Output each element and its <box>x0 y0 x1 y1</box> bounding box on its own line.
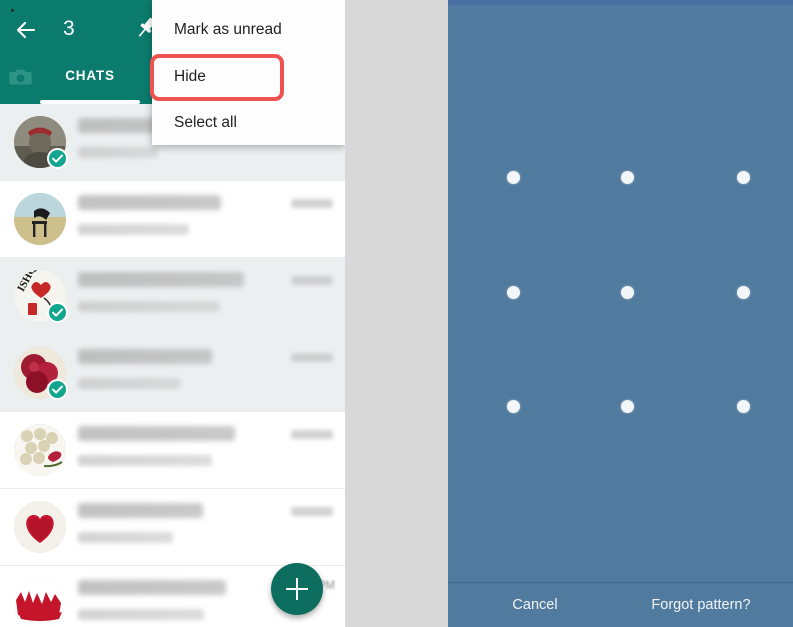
screenshot-root: 3 CHATS ISHQ PM Mark as unread Hide Sele… <box>0 0 793 627</box>
chat-list-item[interactable] <box>0 489 345 566</box>
whatsapp-chat-list-panel: 3 CHATS ISHQ PM Mark as unread Hide Sele… <box>0 0 345 627</box>
chat-list-item[interactable]: ISHQ <box>0 258 345 335</box>
avatar[interactable] <box>14 578 66 627</box>
chat-contact-name-redacted <box>78 503 203 518</box>
chat-list-item[interactable] <box>0 335 345 412</box>
selected-check-icon <box>47 302 68 323</box>
chat-last-message-redacted <box>78 147 158 158</box>
pattern-lock-footer: Cancel Forgot pattern? <box>448 582 793 627</box>
menu-item-mark-as-unread[interactable]: Mark as unread <box>152 7 345 53</box>
chat-contact-name-redacted <box>78 426 235 441</box>
chat-text-block <box>78 426 277 466</box>
overflow-menu[interactable]: Mark as unread Hide Select all <box>152 0 345 145</box>
panel-separator <box>345 0 448 627</box>
menu-item-hide[interactable]: Hide <box>152 54 345 100</box>
chat-contact-name-redacted <box>78 272 244 287</box>
chat-last-message-redacted <box>78 532 173 543</box>
avatar[interactable] <box>14 347 68 400</box>
avatar-image <box>14 501 66 553</box>
pattern-dot-2[interactable] <box>621 171 634 184</box>
chat-text-block <box>78 195 277 235</box>
chat-contact-name-redacted <box>78 195 221 210</box>
chat-text-block <box>78 580 277 620</box>
selected-check-icon <box>47 379 68 400</box>
chat-timestamp-redacted <box>291 276 333 285</box>
chat-list[interactable]: ISHQ9:55 PM <box>0 104 345 627</box>
avatar-image <box>14 424 66 476</box>
camera-icon[interactable] <box>8 66 34 88</box>
chat-timestamp-redacted <box>291 199 333 208</box>
chat-text-block <box>78 503 277 543</box>
chat-last-message-redacted <box>78 224 189 235</box>
pattern-dot-8[interactable] <box>621 400 634 413</box>
chat-contact-name-redacted <box>78 580 226 595</box>
pattern-lock-grid[interactable] <box>448 140 793 440</box>
chat-last-message-redacted <box>78 455 212 466</box>
pattern-lock-panel: Cancel Forgot pattern? <box>448 0 793 627</box>
pattern-dot-6[interactable] <box>737 286 750 299</box>
pattern-dot-9[interactable] <box>737 400 750 413</box>
avatar[interactable] <box>14 424 66 476</box>
chat-last-message-redacted <box>78 609 204 620</box>
chat-last-message-redacted <box>78 378 181 389</box>
new-chat-fab-button[interactable] <box>271 563 323 615</box>
avatar[interactable]: ISHQ <box>14 270 68 323</box>
cancel-button[interactable]: Cancel <box>470 583 600 627</box>
menu-item-select-all[interactable]: Select all <box>152 100 345 146</box>
selected-count: 3 <box>63 17 75 40</box>
tab-chats[interactable]: CHATS <box>57 68 123 83</box>
chat-text-block <box>78 272 277 312</box>
back-arrow-icon[interactable] <box>12 16 42 44</box>
avatar[interactable] <box>14 193 66 245</box>
plus-icon-vertical <box>295 578 299 600</box>
pattern-dot-1[interactable] <box>507 171 520 184</box>
chat-text-block <box>78 349 277 389</box>
avatar[interactable] <box>14 501 66 553</box>
forgot-pattern-button[interactable]: Forgot pattern? <box>621 583 781 627</box>
chat-timestamp-redacted <box>291 430 333 439</box>
chat-timestamp-redacted <box>291 507 333 516</box>
chat-list-item[interactable] <box>0 412 345 489</box>
pattern-dot-7[interactable] <box>507 400 520 413</box>
chat-last-message-redacted <box>78 301 220 312</box>
status-bar-strip <box>448 0 793 5</box>
avatar[interactable] <box>14 116 68 169</box>
pattern-dot-4[interactable] <box>507 286 520 299</box>
selected-check-icon <box>47 148 68 169</box>
avatar-image <box>14 193 66 245</box>
image-speck <box>11 9 14 12</box>
pattern-dot-3[interactable] <box>737 171 750 184</box>
avatar-image <box>14 578 66 627</box>
chat-timestamp-redacted <box>291 353 333 362</box>
chat-list-item[interactable] <box>0 181 345 258</box>
pattern-dot-5[interactable] <box>621 286 634 299</box>
chat-contact-name-redacted <box>78 349 212 364</box>
